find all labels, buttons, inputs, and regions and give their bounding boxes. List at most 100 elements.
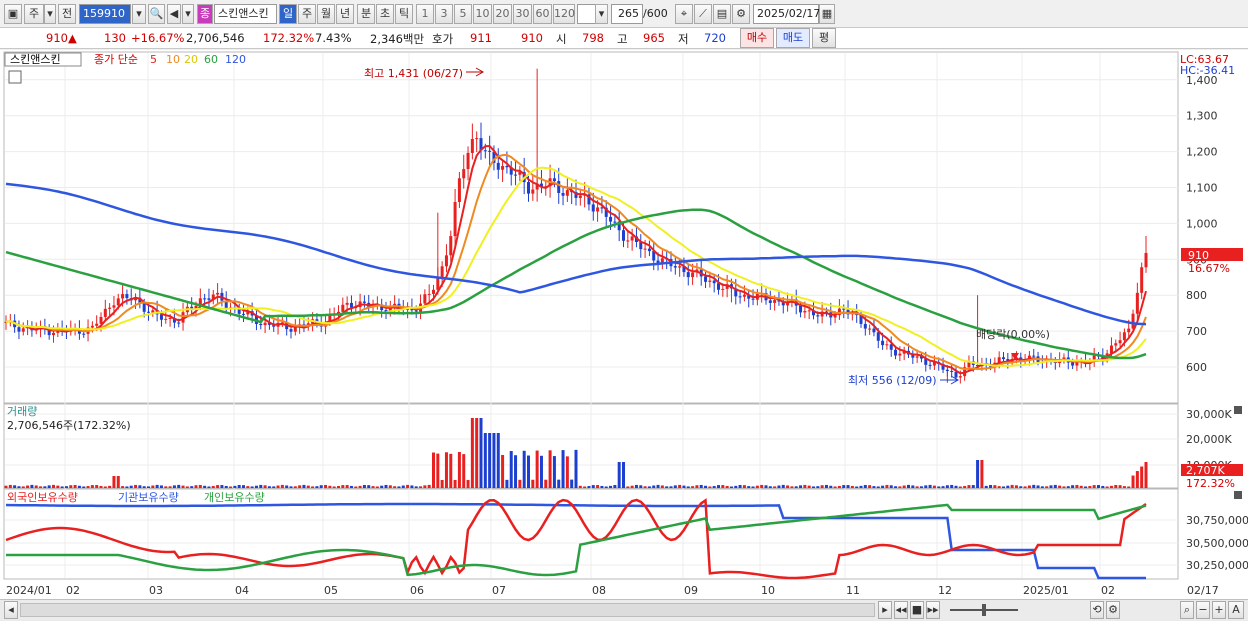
speaker-icon[interactable]: ◀ <box>167 4 181 24</box>
period-day-button[interactable]: 일 <box>279 4 297 24</box>
volume-bar <box>855 486 859 488</box>
candle-body <box>116 298 120 306</box>
interval-5-button[interactable]: 5 <box>454 4 472 24</box>
play-icon[interactable]: ▸▸ <box>926 601 940 619</box>
market-select[interactable]: 주 <box>24 4 44 24</box>
volume-bar <box>609 485 613 488</box>
date-input[interactable]: 2025/02/17 <box>753 4 820 24</box>
ma-10-label[interactable]: 10 <box>166 53 180 66</box>
ma-20-label[interactable]: 20 <box>184 53 198 66</box>
volume-bar <box>505 479 509 488</box>
candle-body <box>488 150 492 152</box>
rewind-icon[interactable]: ◂◂ <box>894 601 908 619</box>
volume-bar <box>190 486 194 488</box>
period-month-button[interactable]: 월 <box>317 4 335 24</box>
volume-bar <box>773 486 777 488</box>
candle-body <box>803 310 807 313</box>
interval-60-button[interactable]: 60 <box>533 4 552 24</box>
interval-3-button[interactable]: 3 <box>435 4 453 24</box>
chart-canvas[interactable]: 1,4001,3001,2001,1001,00090080070060030,… <box>0 50 1248 599</box>
ma-5-label[interactable]: 5 <box>150 53 157 66</box>
holding-tick-label: 30,500,000 <box>1186 537 1248 550</box>
window-icon[interactable]: ▣ <box>4 4 22 24</box>
count-input[interactable]: 265 <box>611 4 643 24</box>
candle-body <box>1071 362 1075 366</box>
volume-bar <box>147 486 150 488</box>
font-size-icon[interactable]: A <box>1228 601 1244 619</box>
volume-close-icon[interactable] <box>1234 406 1242 414</box>
candle-body <box>613 221 617 223</box>
interval-1-button[interactable]: 1 <box>416 4 434 24</box>
volume-bar <box>751 486 755 488</box>
stop-icon[interactable]: ■ <box>910 601 924 619</box>
period-second-button[interactable]: 초 <box>376 4 394 24</box>
institution-holding-label[interactable]: 기관보유수량 <box>118 491 179 504</box>
settings-small-icon[interactable]: ⚙ <box>1106 601 1120 619</box>
up-arrow-icon: ▲ <box>68 31 77 45</box>
volume-bar <box>414 486 418 488</box>
candle-body <box>90 325 94 328</box>
volume-bar <box>397 486 401 488</box>
volume-bar <box>233 485 237 488</box>
eval-button[interactable]: 평 <box>812 28 836 48</box>
chart-settings-icon[interactable] <box>8 70 22 84</box>
period-minute-button[interactable]: 분 <box>357 4 375 24</box>
scroll-bar[interactable]: ◂ ▸ ◂◂ ■ ▸▸ ⟲ ⚙ ⌕ − + A <box>0 599 1248 621</box>
volume-bar <box>950 484 954 488</box>
holding-tick-label: 30,250,000 <box>1186 559 1248 572</box>
candle-body <box>17 327 21 332</box>
interval-dropdown-icon[interactable]: ▾ <box>595 4 608 24</box>
volume-bar <box>99 485 103 488</box>
period-tick-button[interactable]: 틱 <box>395 4 413 24</box>
volume-bar <box>375 486 379 488</box>
calendar-icon[interactable]: ▦ <box>819 4 835 24</box>
magnify-icon[interactable]: ⌕ <box>1180 601 1194 619</box>
ma-60-label[interactable]: 60 <box>204 53 218 66</box>
volume-bar <box>1053 484 1057 488</box>
date-tick-label: 12 <box>938 584 952 597</box>
zoom-out-icon[interactable]: − <box>1196 601 1210 619</box>
stock-code-input[interactable]: 159910 <box>79 4 131 24</box>
volume-bar <box>924 485 928 488</box>
individual-holding-label[interactable]: 개인보유수량 <box>204 491 265 504</box>
search-icon[interactable]: 🔍 <box>148 4 165 24</box>
volume-bar <box>1071 485 1075 488</box>
volume-bar <box>937 486 941 488</box>
interval-10-button[interactable]: 10 <box>473 4 492 24</box>
ma-120-label[interactable]: 120 <box>225 53 246 66</box>
zoom-in-icon[interactable]: + <box>1212 601 1226 619</box>
holding-close-icon[interactable] <box>1234 491 1242 499</box>
buy-button[interactable]: 매수 <box>740 28 774 48</box>
sell-button[interactable]: 매도 <box>776 28 810 48</box>
scroll-track[interactable] <box>20 603 875 617</box>
crosshair-icon[interactable]: ⌖ <box>675 4 693 24</box>
volume-bar <box>889 485 893 488</box>
volume-bar <box>518 479 522 488</box>
volume-bar <box>1109 485 1113 488</box>
gear-icon[interactable]: ⚙ <box>732 4 750 24</box>
code-dropdown-icon[interactable]: ▾ <box>132 4 146 24</box>
candle-body <box>1032 355 1036 357</box>
zoom-reset-icon[interactable]: ⟲ <box>1090 601 1104 619</box>
prev-button[interactable]: 전 <box>58 4 76 24</box>
interval-120-button[interactable]: 120 <box>553 4 575 24</box>
interval-20-button[interactable]: 20 <box>493 4 512 24</box>
candle-body <box>686 272 690 278</box>
draw-line-icon[interactable]: ⟋ <box>694 4 712 24</box>
volume-bar <box>30 484 34 488</box>
volume-last-pct: 172.32% <box>1186 477 1235 490</box>
save-icon[interactable]: ▤ <box>713 4 731 24</box>
volume: 2,706,546 <box>186 31 245 45</box>
scroll-right-icon[interactable]: ▸ <box>878 601 892 619</box>
period-year-button[interactable]: 년 <box>336 4 354 24</box>
speaker-dropdown-icon[interactable]: ▾ <box>182 4 194 24</box>
chevron-down-icon[interactable]: ▾ <box>44 4 56 24</box>
turnover-rate: 7.43% <box>315 31 352 45</box>
volume-bar <box>367 485 371 488</box>
foreign-holding-label[interactable]: 외국인보유수량 <box>7 491 78 504</box>
scroll-left-icon[interactable]: ◂ <box>4 601 18 619</box>
period-week-button[interactable]: 주 <box>298 4 316 24</box>
zoom-slider-handle[interactable] <box>982 604 986 616</box>
last-price-pct: 16.67% <box>1188 262 1230 275</box>
interval-30-button[interactable]: 30 <box>513 4 532 24</box>
